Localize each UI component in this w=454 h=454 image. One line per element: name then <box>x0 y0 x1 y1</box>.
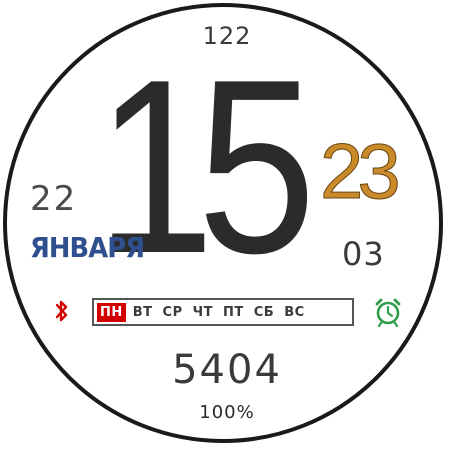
weekday-mon: ПН <box>97 302 126 322</box>
watch-face: 122 15 23 22 ЯНВАРЯ 03 ПН ВТ СР ЧТ ПТ СБ… <box>0 0 454 454</box>
battery-percent: 100% <box>199 402 255 423</box>
weekday-wed: СР <box>162 304 183 320</box>
weekday-bar: ПН ВТ СР ЧТ ПТ СБ ВС <box>92 298 354 326</box>
weekday-fri: ПТ <box>223 304 244 320</box>
weekday-tue: ВТ <box>132 304 153 320</box>
minute-digits: 23 <box>320 127 402 215</box>
date-day: 22 <box>30 179 78 219</box>
bluetooth-icon <box>55 300 68 322</box>
step-count: 5404 <box>172 347 282 393</box>
weekday-thu: ЧТ <box>192 304 213 320</box>
alarm-icon <box>375 298 401 328</box>
seconds-digits: 03 <box>342 235 385 273</box>
weekday-sun: ВС <box>284 304 305 320</box>
weekday-sat: СБ <box>253 304 275 320</box>
date-month: ЯНВАРЯ <box>30 231 145 264</box>
